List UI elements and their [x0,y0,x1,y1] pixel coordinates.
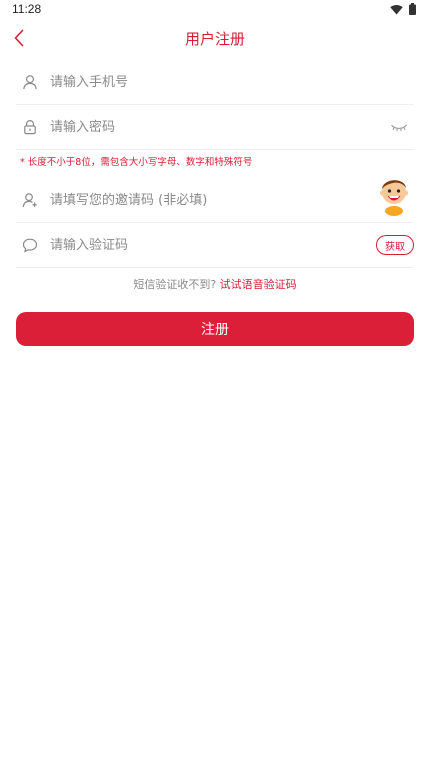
status-bar: 11:28 [0,0,430,20]
verify-code-row: 获取 [16,223,414,268]
mascot-icon [374,172,414,216]
wifi-icon [390,4,403,14]
add-user-icon [18,188,42,212]
status-time: 11:28 [12,2,42,16]
voice-code-line: 短信验证收不到? 试试语音验证码 [0,276,430,292]
user-icon [18,70,42,94]
status-icons [390,3,416,15]
battery-icon [409,3,416,15]
verify-code-input[interactable] [50,230,414,260]
register-form: * 长度不小于8位，需包含大小写字母、数字和特殊符号 [16,60,414,268]
invite-code-input[interactable] [50,185,414,215]
voice-prompt: 短信验证收不到? [133,278,220,291]
password-input[interactable] [50,112,414,142]
nav-bar: 用户注册 [0,22,430,56]
password-hint: * 长度不小于8位，需包含大小写字母、数字和特殊符号 [20,157,253,168]
phone-input[interactable] [50,67,414,97]
chat-bubble-icon [18,233,42,257]
invite-row [16,178,414,223]
get-code-button[interactable]: 获取 [376,235,414,255]
page-title: 用户注册 [184,30,245,48]
password-row [16,105,414,150]
eye-closed-icon[interactable] [390,119,410,135]
register-button[interactable]: 注册 [16,312,414,346]
lock-icon [18,115,42,139]
phone-row [16,60,414,105]
voice-code-link[interactable]: 试试语音验证码 [220,278,297,291]
